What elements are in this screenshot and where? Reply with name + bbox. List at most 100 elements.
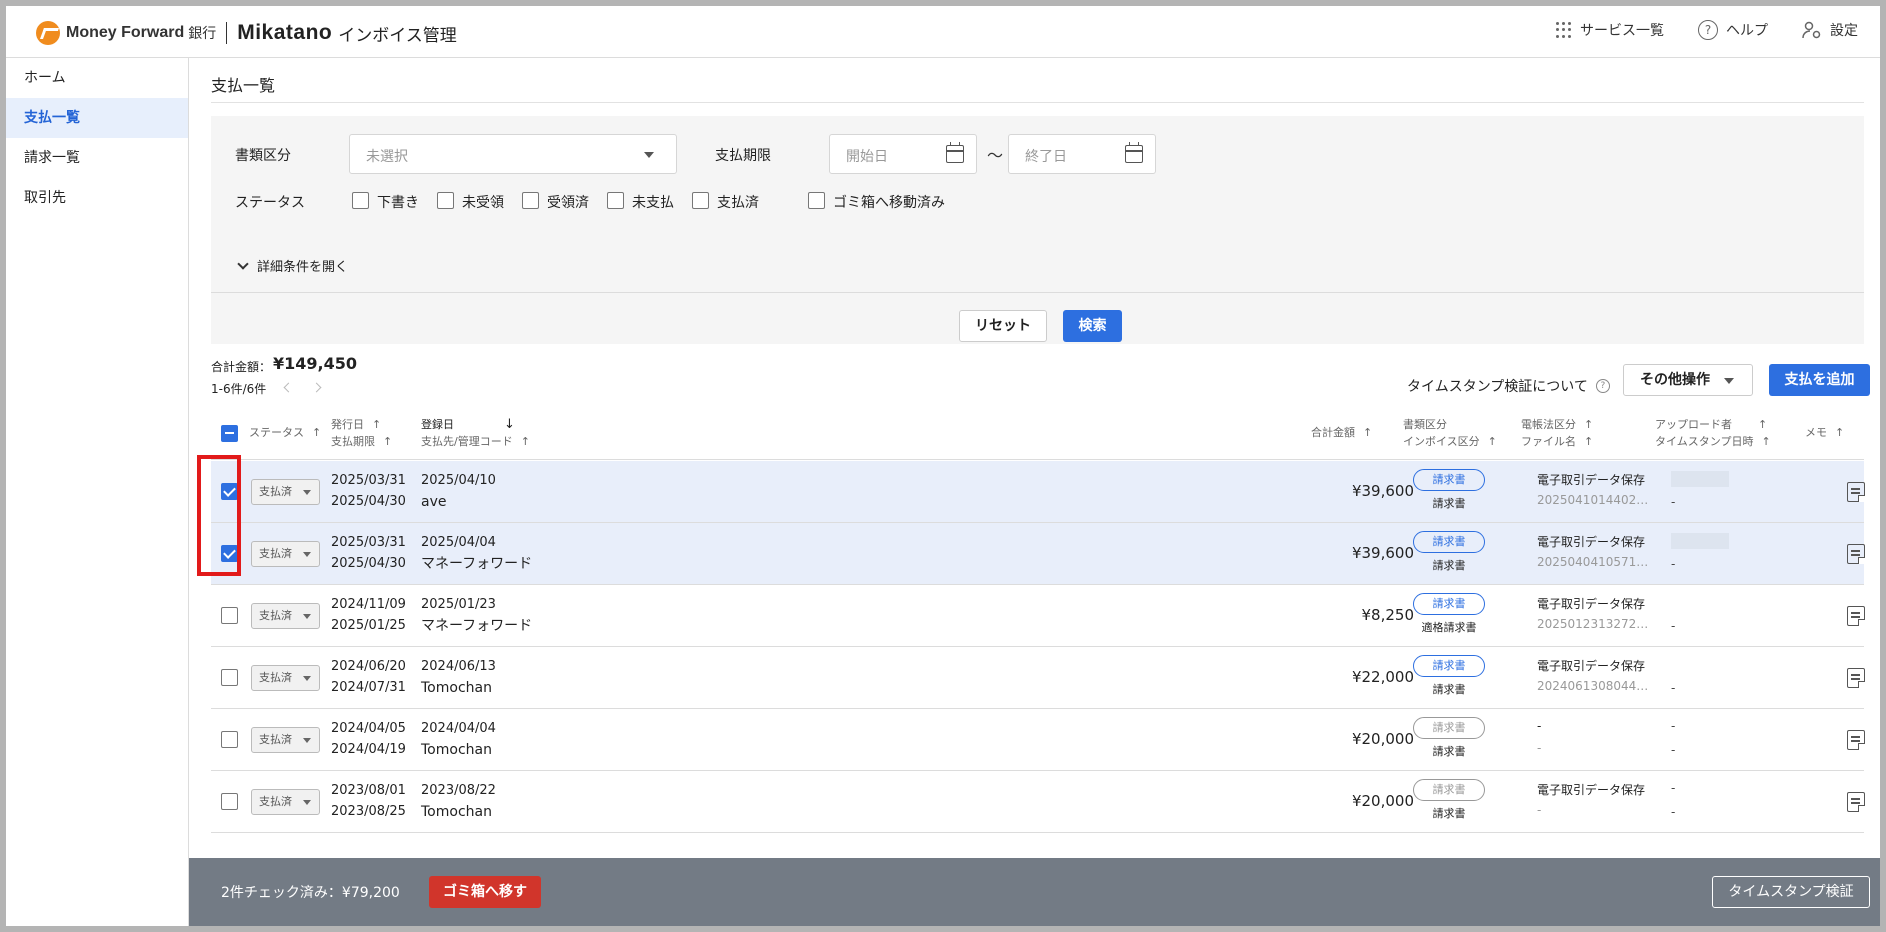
row-checkbox[interactable] <box>221 731 238 748</box>
status-checkbox-draft[interactable] <box>352 192 369 209</box>
vendor-name[interactable]: Tomochan <box>421 678 492 698</box>
services-menu-button[interactable]: サービス一覧 <box>1556 20 1664 40</box>
memo-icon[interactable] <box>1847 792 1865 812</box>
start-date-input[interactable]: 開始日 <box>829 134 977 174</box>
amount: ¥39,600 <box>1351 544 1414 562</box>
file-name: - <box>1537 803 1542 817</box>
detail-conditions-toggle[interactable]: 詳細条件を開く <box>237 256 348 275</box>
table-row[interactable]: 支払済 2025/03/31 2025/04/30 2025/04/10 ave… <box>211 461 1865 523</box>
search-button[interactable]: 検索 <box>1063 310 1122 342</box>
chevron-down-icon <box>303 614 311 619</box>
sort-up-icon: ↑ <box>312 426 322 439</box>
table-row[interactable]: 支払済 2023/08/01 2023/08/25 2023/08/22 Tom… <box>211 771 1865 833</box>
col-timestamp[interactable]: タイムスタンプ日時 ↑ <box>1655 433 1771 450</box>
calendar-icon[interactable] <box>1125 142 1143 163</box>
table-row[interactable]: 支払済 2024/04/05 2024/04/19 2024/04/04 Tom… <box>211 709 1865 771</box>
main-content: 支払一覧 書類区分 未選択 支払期限 開始日 〜 終了日 ステータス 下書き 未… <box>189 58 1880 926</box>
table-row[interactable]: 支払済 2025/03/31 2025/04/30 2025/04/04 マネー… <box>211 523 1865 585</box>
doc-type-badge: 請求書 <box>1413 469 1485 491</box>
amount: ¥20,000 <box>1351 792 1414 810</box>
add-payment-button[interactable]: 支払を追加 <box>1769 364 1870 396</box>
col-invoice-type[interactable]: インボイス区分 ↑ <box>1403 433 1497 450</box>
col-due-date[interactable]: 支払期限 ↑ <box>331 433 392 450</box>
sidebar-item-invoices[interactable]: 請求一覧 <box>6 138 188 178</box>
timestamp: - <box>1671 681 1676 695</box>
col-amount[interactable]: 合計金額 ↑ <box>1311 424 1372 441</box>
vendor-name[interactable]: ave <box>421 492 446 512</box>
help-icon: ? <box>1698 20 1718 40</box>
status-paid-label: 支払済 <box>717 195 759 211</box>
status-checkbox-paid[interactable] <box>692 192 709 209</box>
bulk-action-bar: 2件チェック済み：¥79,200 ゴミ箱へ移す タイムスタンプ検証 <box>189 858 1880 926</box>
chevron-left-icon[interactable] <box>283 382 294 393</box>
memo-icon[interactable] <box>1847 730 1865 750</box>
uploader: - <box>1671 781 1676 795</box>
vendor-name[interactable]: Tomochan <box>421 802 492 822</box>
doc-type-label: 書類区分 <box>235 148 291 164</box>
status-trashed-label: ゴミ箱へ移動済み <box>833 195 945 211</box>
status-dropdown[interactable]: 支払済 <box>251 541 320 567</box>
vendor-name[interactable]: マネーフォワード <box>421 616 532 636</box>
status-dropdown[interactable]: 支払済 <box>251 665 320 691</box>
settings-button[interactable]: 設定 <box>1802 20 1858 40</box>
due-date: 2025/01/25 <box>331 618 406 633</box>
row-checkbox[interactable] <box>221 793 238 810</box>
timestamp-info-link[interactable]: タイムスタンプ検証について ? <box>1407 376 1610 396</box>
col-doc-type[interactable]: 書類区分 <box>1403 416 1447 433</box>
col-memo[interactable]: メモ ↑ <box>1805 424 1844 441</box>
col-law-type[interactable]: 電帳法区分 ↑ <box>1521 416 1593 433</box>
file-name[interactable]: 2025041014402… <box>1537 493 1648 507</box>
doc-type-select[interactable]: 未選択 <box>349 134 677 174</box>
row-checkbox[interactable] <box>221 669 238 686</box>
reset-button[interactable]: リセット <box>959 310 1047 342</box>
select-all-checkbox[interactable] <box>221 425 238 442</box>
col-status[interactable]: ステータス ↑ <box>249 424 321 441</box>
vendor-name[interactable]: マネーフォワード <box>421 554 532 574</box>
status-checkbox-trashed[interactable] <box>808 192 825 209</box>
col-issue-date[interactable]: 発行日 ↑ <box>331 416 381 433</box>
sidebar-item-payments[interactable]: 支払一覧 <box>6 98 188 138</box>
end-date-input[interactable]: 終了日 <box>1008 134 1156 174</box>
table-row[interactable]: 支払済 2024/06/20 2024/07/31 2024/06/13 Tom… <box>211 647 1865 709</box>
memo-icon[interactable] <box>1847 544 1865 564</box>
law-type: - <box>1537 719 1542 733</box>
file-name[interactable]: 2025040410571… <box>1537 555 1648 569</box>
law-type: 電子取引データ保存 <box>1537 659 1646 673</box>
file-name[interactable]: 2024061308044… <box>1537 679 1648 693</box>
memo-icon[interactable] <box>1847 606 1865 626</box>
status-dropdown[interactable]: 支払済 <box>251 789 320 815</box>
memo-icon[interactable] <box>1847 668 1865 688</box>
status-checkbox-unpaid[interactable] <box>607 192 624 209</box>
sidebar-item-partners[interactable]: 取引先 <box>6 178 188 218</box>
memo-icon[interactable] <box>1847 482 1865 502</box>
invoice-type: 請求書 <box>1432 683 1466 696</box>
status-checkbox-received[interactable] <box>522 192 539 209</box>
file-name[interactable]: 2025012313272… <box>1537 617 1648 631</box>
chevron-right-icon[interactable] <box>311 382 322 393</box>
chevron-down-icon <box>303 738 311 743</box>
col-reg-date[interactable]: 登録日 ↓ <box>421 416 515 433</box>
total-amount-value: ¥149,450 <box>273 354 358 373</box>
other-operations-button[interactable]: その他操作 <box>1623 364 1753 396</box>
table-row[interactable]: 支払済 2024/11/09 2025/01/25 2025/01/23 マネー… <box>211 585 1865 647</box>
row-checkbox[interactable] <box>221 607 238 624</box>
col-file-name[interactable]: ファイル名 ↑ <box>1521 433 1593 450</box>
table-header: ステータス ↑ 発行日 ↑ 支払期限 ↑ 登録日 ↓ 支払先/管理コード ↑ 合計金額 ↑ … <box>211 408 1864 460</box>
timestamp: - <box>1671 805 1676 819</box>
vendor-name[interactable]: Tomochan <box>421 740 492 760</box>
move-to-trash-button[interactable]: ゴミ箱へ移す <box>429 876 541 908</box>
status-dropdown[interactable]: 支払済 <box>251 603 320 629</box>
sidebar-item-home[interactable]: ホーム <box>6 58 188 98</box>
calendar-icon[interactable] <box>946 142 964 163</box>
status-not-received-label: 未受領 <box>462 195 504 211</box>
help-button[interactable]: ? ヘルプ <box>1698 20 1768 40</box>
money-forward-logo-icon <box>36 21 60 45</box>
logo[interactable]: Money Forward 銀行 Mikatano インボイス管理 <box>36 20 457 46</box>
status-dropdown[interactable]: 支払済 <box>251 479 320 505</box>
status-checkbox-not-received[interactable] <box>437 192 454 209</box>
col-uploader[interactable]: アップロード者 ↑ <box>1655 416 1767 433</box>
col-vendor[interactable]: 支払先/管理コード ↑ <box>421 433 530 450</box>
due-date: 2024/07/31 <box>331 680 406 695</box>
status-dropdown[interactable]: 支払済 <box>251 727 320 753</box>
timestamp-verify-button[interactable]: タイムスタンプ検証 <box>1712 876 1870 908</box>
